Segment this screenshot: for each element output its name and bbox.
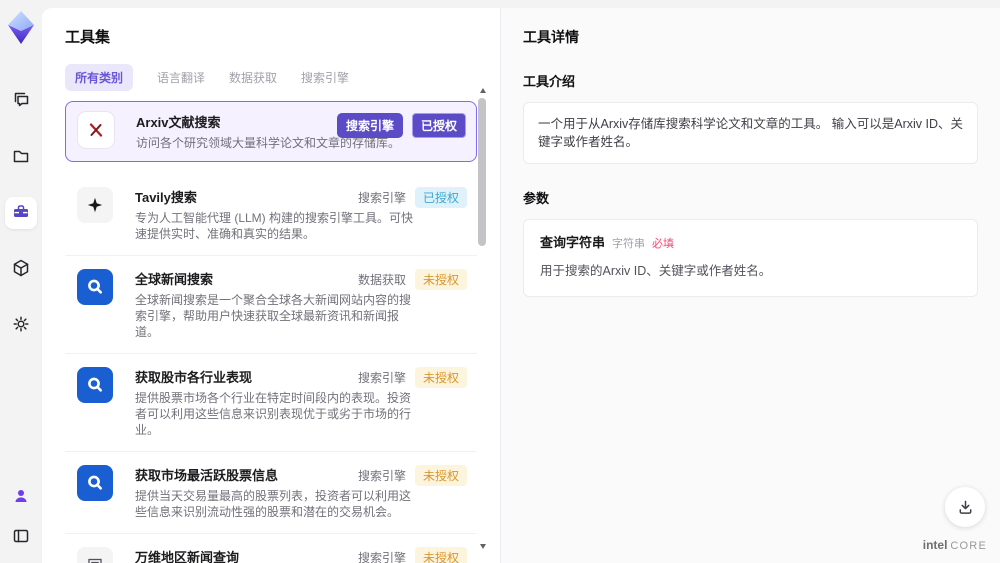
scrollbar-thumb[interactable] — [478, 98, 486, 246]
auth-status-badge: 未授权 — [414, 465, 467, 486]
arxiv-logo-icon — [78, 112, 114, 148]
sidebar-item-chat[interactable] — [5, 85, 37, 117]
sidebar-nav — [5, 85, 37, 341]
sidebar-item-package[interactable] — [5, 253, 37, 285]
page-title: 工具集 — [65, 29, 111, 46]
app-root: 工具集 所有类别 语言翻译 数据获取 搜索引擎 Arxiv文献搜索 访问各个研究领域大量… — [0, 0, 1000, 563]
tool-item-4[interactable]: 获取股市各行业表现 提供股票市场各个行业在特定时间段内的表现。投资者可以利用这些信… — [65, 354, 477, 452]
tool-item-1[interactable]: Arxiv文献搜索 访问各个研究领域大量科学论文和文章的存储库。 搜索引擎 已授权 — [65, 101, 477, 162]
intro-text-box: 一个用于从Arxiv存储库搜索科学论文和文章的工具。 输入可以是Arxiv ID… — [523, 102, 978, 164]
tool-list-panel: 工具集 所有类别 语言翻译 数据获取 搜索引擎 Arxiv文献搜索 访问各个研究领域大量… — [42, 8, 500, 563]
tool-detail-panel: 工具详情 工具介绍 一个用于从Arxiv存储库搜索科学论文和文章的工具。 输入可… — [500, 8, 1000, 563]
tab-category-3[interactable]: 搜索引擎 — [301, 64, 349, 91]
auth-status-badge: 已授权 — [414, 187, 467, 208]
download-button[interactable] — [945, 487, 985, 527]
tab-category-1[interactable]: 语言翻译 — [157, 64, 205, 91]
tool-list: Arxiv文献搜索 访问各个研究领域大量科学论文和文章的存储库。 搜索引擎 已授权 Ta… — [65, 101, 477, 563]
settings-icon — [11, 314, 31, 337]
active-stocks-icon — [77, 465, 113, 501]
tool-item-6[interactable]: 万维地区新闻查询查询具体行政区划内的新闻，快速了解各地新闻动搜索引擎未授权 — [65, 534, 477, 563]
tab-category-0[interactable]: 所有类别 — [65, 64, 134, 91]
chat-icon — [11, 90, 31, 113]
tool-description: 提供股票市场各个行业在特定时间段内的表现。投资者可以利用这些信息来识别表现优于或… — [135, 391, 412, 437]
sidebar — [0, 0, 42, 563]
intel-brand-text: intel — [922, 538, 948, 552]
param-row: 查询字符串 字符串 必填用于搜索的Arxiv ID、关键字或作者姓名。 — [540, 234, 961, 280]
regional-news-icon — [77, 547, 113, 563]
tool-description: 提供当天交易量最高的股票列表，投资者可以利用这些信息来识别流动性强的股票和潜在的… — [135, 489, 412, 519]
auth-status-badge: 未授权 — [414, 367, 467, 388]
panel-toggle-icon — [11, 526, 31, 549]
param-required-label: 必填 — [652, 238, 675, 250]
app-logo-icon — [7, 10, 35, 51]
category-badge: 数据获取 — [357, 273, 406, 287]
auth-status-badge: 未授权 — [414, 547, 467, 563]
package-icon — [11, 258, 31, 281]
category-tabs: 所有类别 语言翻译 数据获取 搜索引擎 — [65, 64, 500, 91]
intro-heading: 工具介绍 — [523, 74, 576, 89]
category-badge: 搜索引擎 — [336, 113, 403, 138]
category-badge: 搜索引擎 — [357, 551, 406, 563]
category-badge: 搜索引擎 — [357, 469, 406, 483]
sidebar-item-folder[interactable] — [5, 141, 37, 173]
toolbox-icon — [11, 202, 31, 225]
intel-core-logo: intel CORE — [923, 538, 987, 552]
scroll-up-icon[interactable] — [480, 88, 486, 93]
sidebar-item-settings[interactable] — [5, 309, 37, 341]
category-badge: 搜索引擎 — [357, 191, 406, 205]
avatar-icon — [11, 486, 31, 509]
param-description: 用于搜索的Arxiv ID、关键字或作者姓名。 — [540, 264, 772, 278]
tool-description: 专为人工智能代理 (LLM) 构建的搜索引擎工具。可快速提供实时、准确和真实的结… — [135, 211, 414, 241]
auth-status-badge: 已授权 — [411, 113, 466, 138]
stock-sector-icon — [77, 367, 113, 403]
sidebar-bottom — [5, 481, 37, 553]
download-icon — [959, 500, 971, 514]
folder-icon — [11, 146, 31, 169]
params-box: 查询字符串 字符串 必填用于搜索的Arxiv ID、关键字或作者姓名。 — [523, 219, 978, 297]
scrollbar[interactable] — [478, 88, 487, 549]
tab-category-2[interactable]: 数据获取 — [229, 64, 277, 91]
scroll-down-icon[interactable] — [480, 544, 486, 549]
sidebar-avatar-button[interactable] — [5, 481, 37, 513]
detail-title: 工具详情 — [523, 29, 579, 45]
tool-item-2[interactable]: Tavily搜索 专为人工智能代理 (LLM) 构建的搜索引擎工具。可快速提供实时… — [65, 174, 477, 256]
sidebar-item-toolbox[interactable] — [5, 197, 37, 229]
tool-item-3[interactable]: 全球新闻搜索 全球新闻搜索是一个聚合全球各大新闻网站内容的搜索引擎，帮助用户快速获… — [65, 256, 477, 354]
core-brand-text: CORE — [950, 540, 987, 552]
tavily-star-icon — [77, 187, 113, 223]
category-badge: 搜索引擎 — [357, 371, 406, 385]
tool-description: 全球新闻搜索是一个聚合全球各大新闻网站内容的搜索引擎，帮助用户快速获取全球最新资… — [135, 293, 412, 339]
param-type: 字符串 — [612, 238, 646, 250]
sidebar-panel-toggle-button[interactable] — [5, 521, 37, 553]
main-content: 工具集 所有类别 语言翻译 数据获取 搜索引擎 Arxiv文献搜索 访问各个研究领域大量… — [42, 8, 1000, 563]
news-search-icon — [77, 269, 113, 305]
tool-item-5[interactable]: 获取市场最活跃股票信息 提供当天交易量最高的股票列表，投资者可以利用这些信息来识别… — [65, 452, 477, 534]
param-name: 查询字符串 — [540, 235, 606, 250]
auth-status-badge: 未授权 — [414, 269, 467, 290]
params-heading: 参数 — [523, 191, 550, 206]
